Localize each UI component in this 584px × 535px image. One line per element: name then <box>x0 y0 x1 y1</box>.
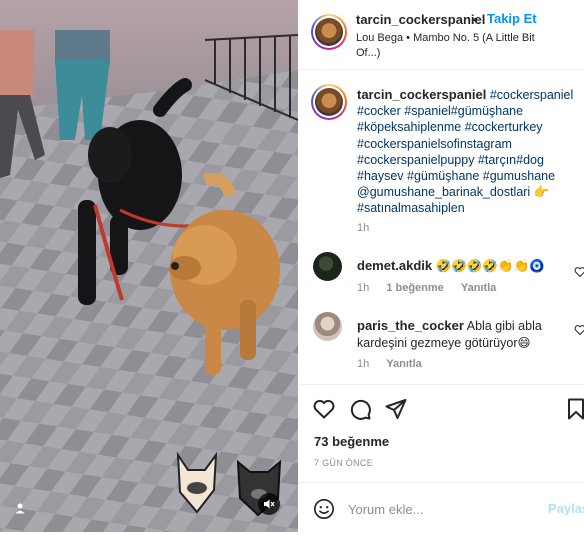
caption-mention[interactable]: @gumushane_barinak_dostlari <box>357 185 530 199</box>
person-tag-icon[interactable] <box>12 500 28 516</box>
comment-meta: 1h 1 beğenme Yanıtla <box>357 282 496 294</box>
video-frame <box>0 0 298 532</box>
comment-icon[interactable] <box>348 397 372 421</box>
caption-username[interactable]: tarcin_cockerspaniel <box>357 87 486 102</box>
commenter-avatar[interactable] <box>313 312 342 341</box>
comment-time: 1h <box>357 358 370 370</box>
bookmark-icon[interactable] <box>564 397 584 421</box>
comment-body: demet.akdik 🤣🤣🤣🤣👏👏🧿 <box>357 257 562 275</box>
post-header: tarcin_cockerspaniel • Takip Et Lou Bega… <box>298 0 584 70</box>
comment-meta: 1h Yanıtla <box>357 358 422 370</box>
post-date: 7 GÜN ÖNCE <box>314 458 374 468</box>
comment-time: 1h <box>357 282 370 294</box>
caption-hashtag-last[interactable]: #satınalmasahiplen <box>357 201 465 215</box>
speaker-muted-icon[interactable] <box>258 493 280 515</box>
reply-button[interactable]: Yanıtla <box>461 282 496 294</box>
author-username[interactable]: tarcin_cockerspaniel <box>356 12 485 27</box>
paper-plane-icon[interactable] <box>384 397 408 421</box>
commenter-username[interactable]: paris_the_cocker <box>357 318 464 333</box>
comment-body: paris_the_cocker Abla gibi abla kardeşin… <box>357 317 562 352</box>
comment-like-heart-icon[interactable] <box>574 324 584 336</box>
heart-icon[interactable] <box>312 397 336 421</box>
add-comment-bar: Paylaş <box>298 482 584 535</box>
caption-author-avatar[interactable] <box>311 84 347 120</box>
separator-dot: • <box>473 12 478 27</box>
commenter-username[interactable]: demet.akdik <box>357 258 432 273</box>
post-comment-button[interactable]: Paylaş <box>548 501 584 516</box>
smiley-icon[interactable] <box>313 498 335 520</box>
follow-button[interactable]: Takip Et <box>487 11 537 26</box>
reply-button[interactable]: Yanıtla <box>386 358 421 370</box>
post-side-panel: tarcin_cockerspaniel • Takip Et Lou Bega… <box>298 0 584 535</box>
comment-text: 🤣🤣🤣🤣👏👏🧿 <box>435 259 545 273</box>
caption-hashtags[interactable]: #cockerspaniel #cocker #spaniel#gümüşhan… <box>357 88 573 183</box>
caption-text: tarcin_cockerspaniel #cockerspaniel #coc… <box>357 87 579 217</box>
author-avatar[interactable] <box>311 14 347 50</box>
like-count[interactable]: 73 beğenme <box>314 434 389 449</box>
audio-track[interactable]: Lou Bega • Mambo No. 5 (A Little Bit Of.… <box>356 31 556 61</box>
comment-input[interactable] <box>348 498 538 520</box>
post-video[interactable] <box>0 0 298 532</box>
caption-timestamp: 1h <box>357 222 370 234</box>
comment-like-heart-icon[interactable] <box>574 266 584 278</box>
post-actions: 73 beğenme 7 GÜN ÖNCE <box>298 384 584 474</box>
comment-likes[interactable]: 1 beğenme <box>386 282 443 294</box>
commenter-avatar[interactable] <box>313 252 342 281</box>
caption-emoji: 👉 <box>533 185 550 200</box>
